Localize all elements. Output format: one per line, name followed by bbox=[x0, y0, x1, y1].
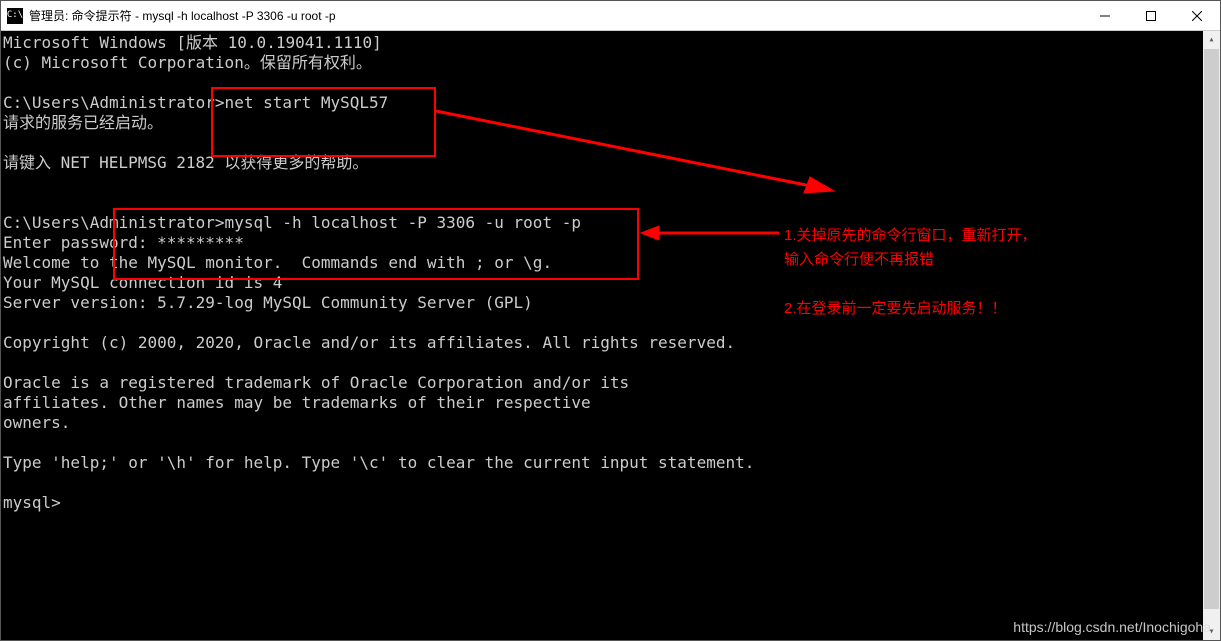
scroll-up-arrow-icon[interactable]: ▴ bbox=[1203, 31, 1220, 48]
close-button[interactable] bbox=[1174, 1, 1220, 30]
cmd-window: C:\ 管理员: 命令提示符 - mysql -h localhost -P 3… bbox=[0, 0, 1221, 641]
window-title: 管理员: 命令提示符 - mysql -h localhost -P 3306 … bbox=[29, 7, 336, 24]
cmd-icon: C:\ bbox=[7, 8, 23, 24]
cmd-icon-label: C:\ bbox=[7, 11, 23, 20]
scroll-thumb[interactable] bbox=[1204, 49, 1219, 609]
maximize-button[interactable] bbox=[1128, 1, 1174, 30]
terminal-output: Microsoft Windows [版本 10.0.19041.1110] (… bbox=[3, 33, 1202, 513]
minimize-button[interactable] bbox=[1082, 1, 1128, 30]
window-controls bbox=[1082, 1, 1220, 30]
terminal-area[interactable]: Microsoft Windows [版本 10.0.19041.1110] (… bbox=[1, 31, 1220, 640]
vertical-scrollbar[interactable]: ▴ ▾ bbox=[1203, 31, 1220, 640]
watermark-text: https://blog.csdn.net/Inochigoha bbox=[1013, 619, 1211, 635]
titlebar[interactable]: C:\ 管理员: 命令提示符 - mysql -h localhost -P 3… bbox=[1, 1, 1220, 31]
